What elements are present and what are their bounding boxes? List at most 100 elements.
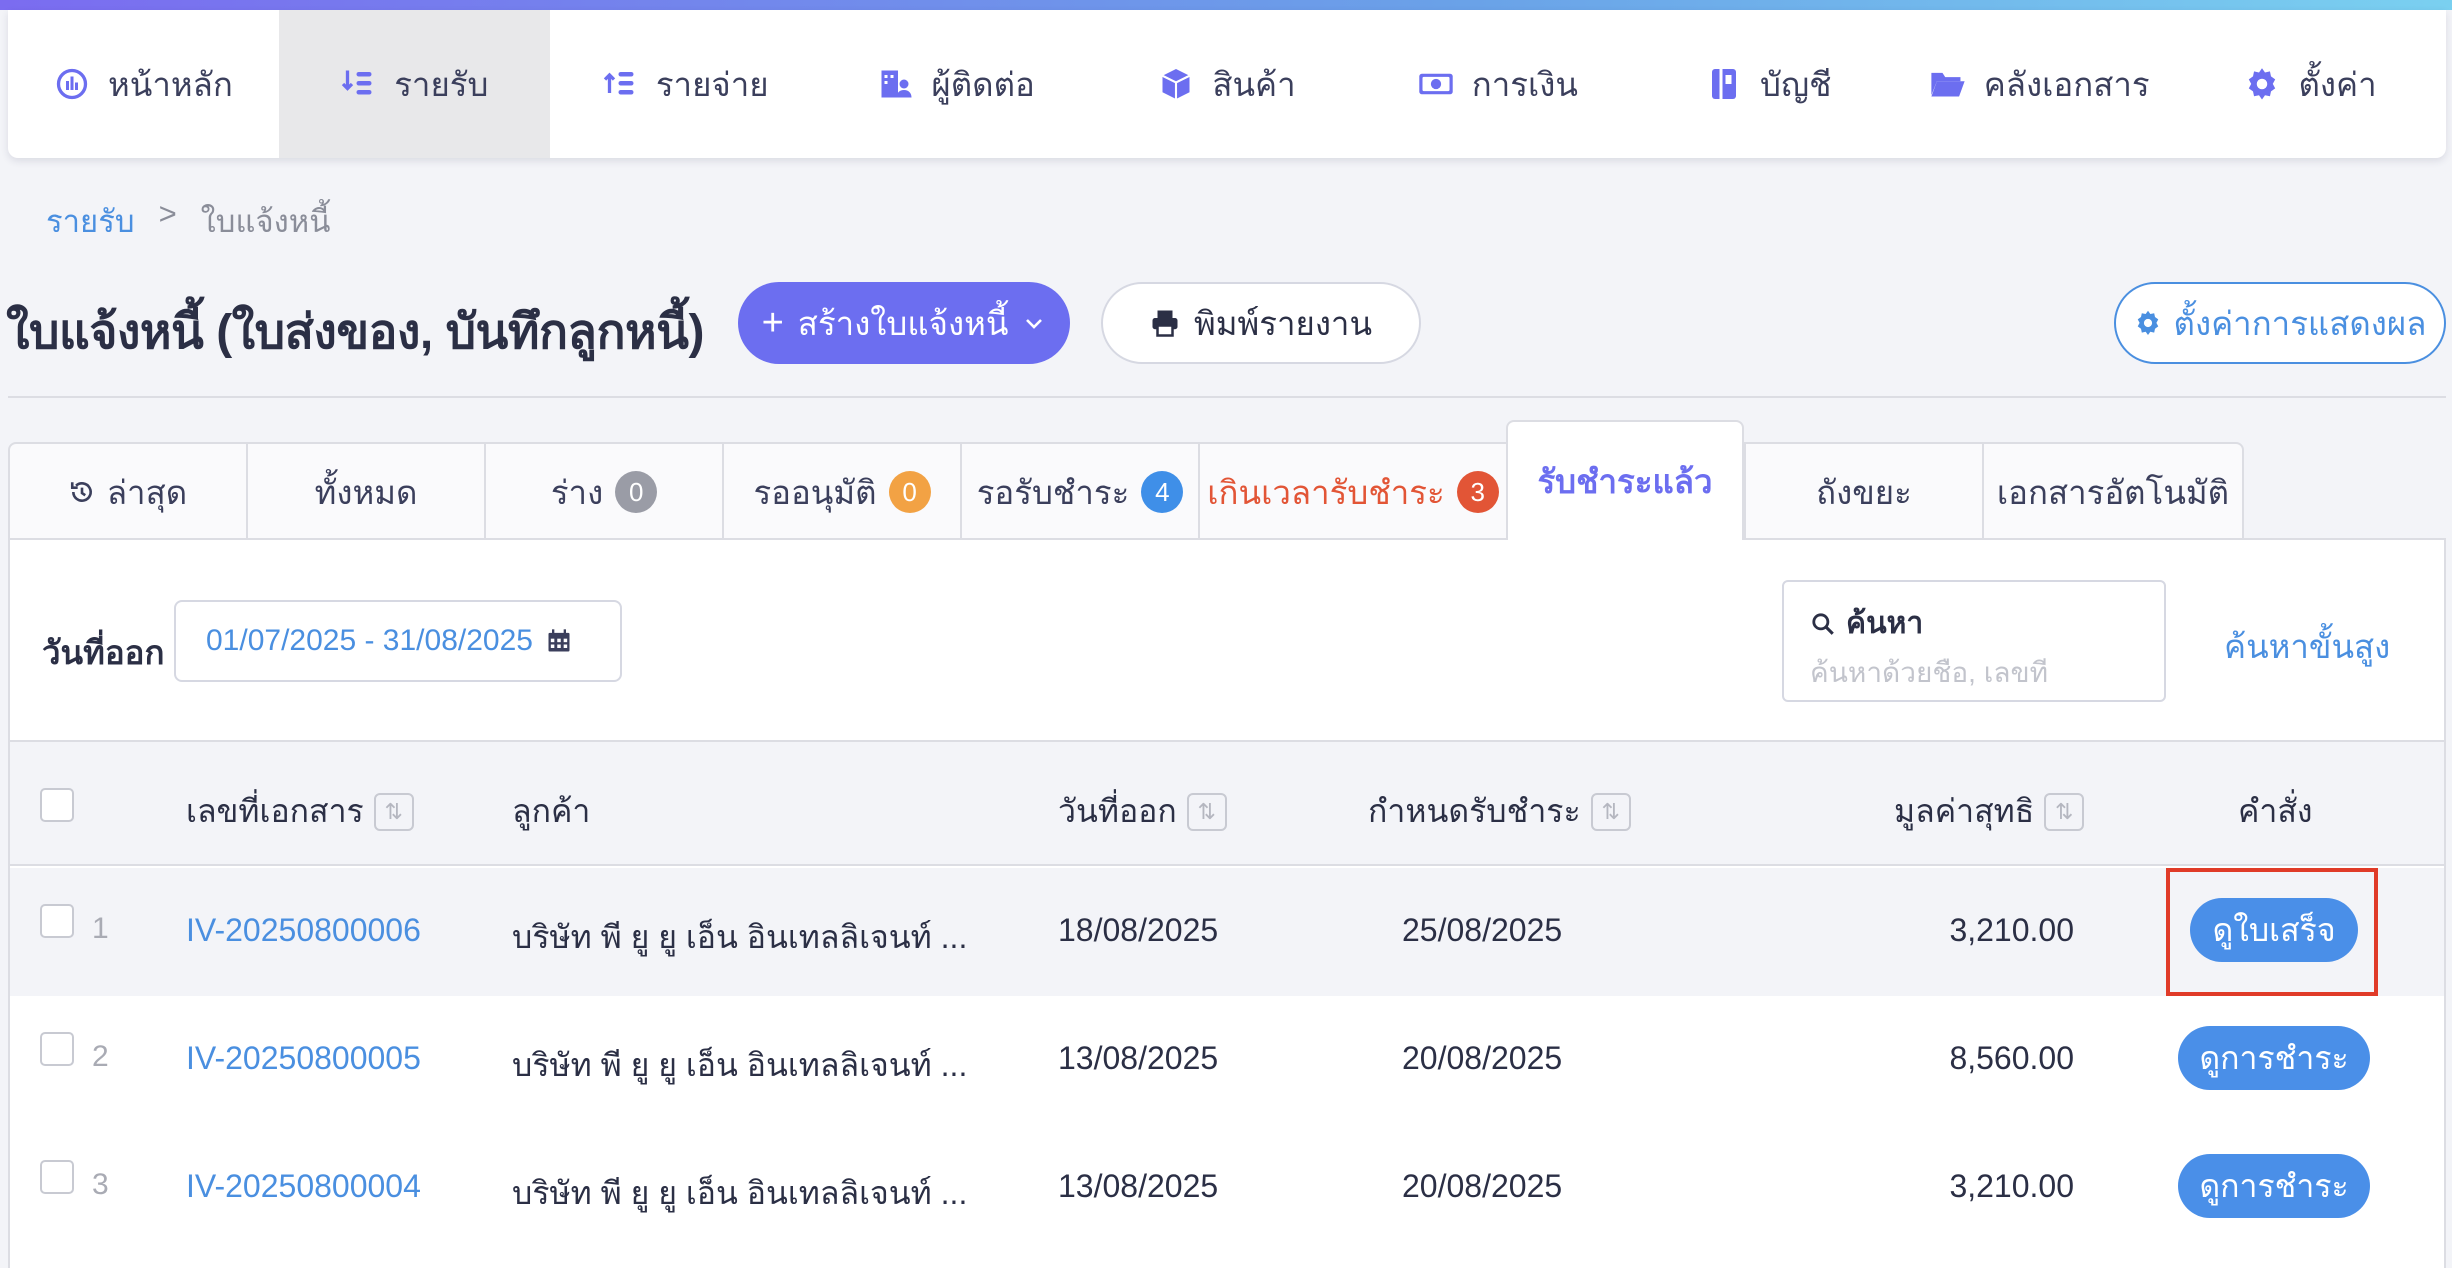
sort-icon[interactable]: ⇅ [1186, 792, 1227, 831]
row-checkbox[interactable] [40, 904, 74, 938]
nav-item-finance[interactable]: การเงิน [1362, 10, 1633, 158]
breadcrumb-parent-link[interactable]: รายรับ [46, 196, 135, 246]
doc-number-link[interactable]: IV-20250800006 [186, 912, 421, 949]
tab-all[interactable]: ทั้งหมด [246, 442, 484, 542]
invoice-list-panel: วันที่ออก 01/07/2025 - 31/08/2025 ค้นหา … [8, 538, 2446, 1268]
nav-item-label: รายรับ [394, 65, 489, 103]
tab-label: เอกสารอัตโนมัติ [1996, 473, 2230, 511]
header-issue-date: วันที่ออก ⇅ [1058, 786, 1227, 837]
nav-item-label: คลังเอกสาร [1983, 65, 2150, 103]
net-amount: 8,560.00 [1949, 1040, 2074, 1076]
tab-latest[interactable]: ล่าสุด [8, 442, 246, 542]
tab-label: ร่าง [550, 473, 604, 511]
net-amount: 3,210.00 [1949, 912, 2074, 948]
search-title: ค้นหา [1810, 600, 2138, 647]
date-range-picker[interactable]: 01/07/2025 - 31/08/2025 [174, 600, 622, 682]
gear-icon [2137, 310, 2158, 336]
header-label: มูลค่าสุทธิ [1894, 793, 2035, 829]
tab-label: ถังขยะ [1816, 473, 1912, 511]
tab-label: เกินเวลารับชำระ [1207, 473, 1445, 511]
table-row: 1 IV-20250800006 บริษัท พี ยู ยู เอ็น อิ… [10, 868, 2444, 996]
row-checkbox[interactable] [40, 1160, 74, 1194]
nav-item-documents[interactable]: คลังเอกสาร [1904, 10, 2175, 158]
tab-trash[interactable]: ถังขยะ [1744, 442, 1982, 542]
customer-name: บริษัท พี ยู ยู เอ็น อินเทลลิเจนท์ ... [512, 1175, 968, 1211]
search-title-label: ค้นหา [1846, 607, 1924, 640]
contacts-icon [881, 70, 912, 98]
display-settings-button[interactable]: ตั้งค่าการแสดงผล [2114, 282, 2446, 364]
highlight-frame [2166, 868, 2378, 996]
date-filter-label: วันที่ออก [42, 634, 165, 671]
nav-item-accounting[interactable]: บัญชี [1633, 10, 1904, 158]
count-badge: 3 [1456, 471, 1499, 513]
count-badge: 4 [1141, 471, 1184, 513]
select-all-checkbox[interactable] [40, 788, 74, 822]
tab-paid[interactable]: รับชำระแล้ว [1506, 420, 1744, 540]
nav-item-settings[interactable]: ตั้งค่า [2175, 10, 2446, 158]
gear-icon [2249, 68, 2276, 100]
doc-number-link[interactable]: IV-20250800005 [186, 1040, 421, 1077]
issue-date: 18/08/2025 [1058, 912, 1219, 948]
create-invoice-button[interactable]: + สร้างใบแจ้งหนี้ [738, 282, 1070, 364]
count-badge: 0 [888, 471, 931, 513]
nav-item-label: การเงิน [1471, 65, 1578, 103]
sort-icon[interactable]: ⇅ [1590, 792, 1631, 831]
top-gradient-bar [0, 0, 2452, 10]
chevron-down-icon [1026, 319, 1043, 329]
nav-item-label: รายจ่าย [655, 65, 769, 103]
tab-overdue[interactable]: เกินเวลารับชำระ 3 [1198, 442, 1506, 542]
print-report-button[interactable]: พิมพ์รายงาน [1101, 282, 1421, 364]
plus-icon: + [761, 302, 784, 344]
nav-item-label: สินค้า [1212, 65, 1296, 103]
tab-label: รับชำระแล้ว [1537, 462, 1713, 500]
tab-label: ล่าสุด [106, 473, 188, 511]
divider [8, 396, 2446, 398]
nav-item-label: ผู้ติดต่อ [931, 65, 1035, 103]
tab-pending-approval[interactable]: รออนุมัติ 0 [722, 442, 960, 542]
money-icon [1419, 73, 1453, 95]
header-net-amount: มูลค่าสุทธิ ⇅ [1894, 786, 2085, 837]
display-settings-label: ตั้งค่าการแสดงผล [2173, 304, 2427, 342]
advanced-search-link[interactable]: ค้นหาขั้นสูง [2224, 620, 2390, 673]
doc-number-link[interactable]: IV-20250800004 [186, 1168, 421, 1205]
tab-draft[interactable]: ร่าง 0 [484, 442, 722, 542]
printer-icon [1152, 310, 1178, 337]
expense-icon [603, 72, 634, 95]
table-row: 3 IV-20250800004 บริษัท พี ยู ยู เอ็น อิ… [10, 1124, 2444, 1252]
search-input[interactable] [1810, 657, 2138, 689]
tab-label: ทั้งหมด [314, 473, 418, 511]
table-header: เลขที่เอกสาร ⇅ ลูกค้า วันที่ออก ⇅ กำหนดร… [10, 740, 2444, 866]
nav-item-label: หน้าหลัก [108, 65, 233, 103]
nav-item-home[interactable]: หน้าหลัก [8, 10, 279, 158]
customer-name: บริษัท พี ยู ยู เอ็น อินเทลลิเจนท์ ... [512, 919, 968, 955]
view-payment-button[interactable]: ดูการชำระ [2178, 1154, 2370, 1218]
nav-item-income[interactable]: รายรับ [278, 10, 550, 158]
nav-item-products[interactable]: สินค้า [1092, 10, 1363, 158]
header-label: วันที่ออก [1058, 793, 1177, 829]
sort-icon[interactable]: ⇅ [2044, 792, 2085, 831]
nav-item-contacts[interactable]: ผู้ติดต่อ [821, 10, 1092, 158]
header-label: คำสั่ง [2238, 793, 2313, 829]
header-doc-no: เลขที่เอกสาร ⇅ [186, 786, 414, 837]
search-box: ค้นหา [1782, 580, 2166, 702]
sort-icon[interactable]: ⇅ [373, 792, 414, 831]
nav-item-expense[interactable]: รายจ่าย [550, 10, 821, 158]
row-checkbox[interactable] [40, 1032, 74, 1066]
view-payment-button[interactable]: ดูการชำระ [2178, 1026, 2370, 1090]
issue-date: 13/08/2025 [1058, 1168, 1219, 1204]
due-date: 20/08/2025 [1402, 1040, 1563, 1076]
table-row: 2 IV-20250800005 บริษัท พี ยู ยู เอ็น อิ… [10, 996, 2444, 1124]
nav-item-label: บัญชี [1760, 65, 1832, 103]
header-customer: ลูกค้า [512, 786, 590, 837]
tab-label: รอรับชำระ [976, 473, 1130, 511]
date-range-value: 01/07/2025 - 31/08/2025 [206, 624, 533, 657]
tab-label: รออนุมัติ [753, 473, 877, 511]
header-due-date: กำหนดรับชำระ ⇅ [1368, 786, 1631, 837]
calendar-icon [548, 629, 570, 652]
row-index: 1 [92, 912, 109, 945]
tab-automatic-documents[interactable]: เอกสารอัตโนมัติ [1982, 442, 2244, 542]
row-index: 2 [92, 1040, 109, 1073]
tab-awaiting-payment[interactable]: รอรับชำระ 4 [960, 442, 1198, 542]
breadcrumb-separator: > [158, 196, 177, 231]
net-amount: 3,210.00 [1949, 1168, 2074, 1204]
